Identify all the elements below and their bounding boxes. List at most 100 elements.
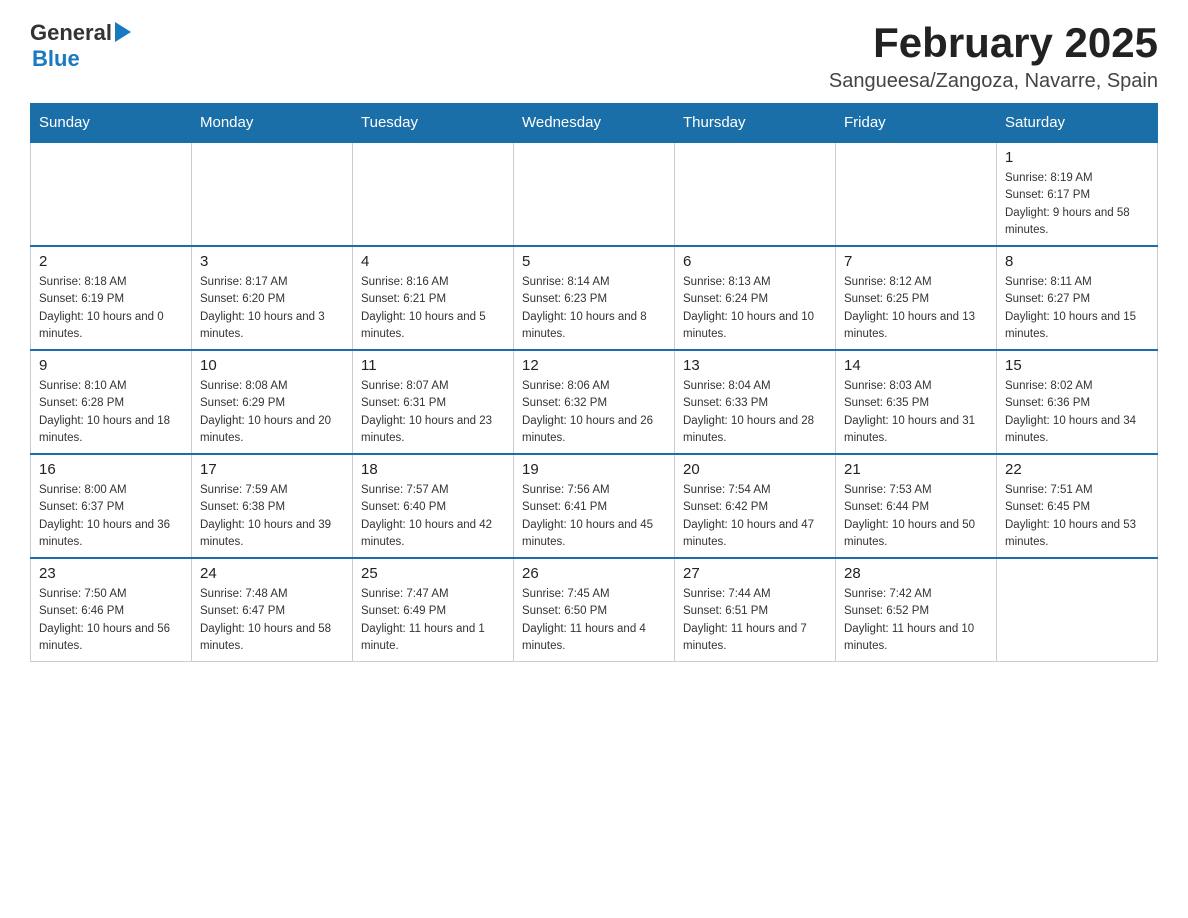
day-number: 2 <box>39 253 183 270</box>
calendar-week-row: 2 Sunrise: 8:18 AMSunset: 6:19 PMDaylight… <box>31 246 1158 350</box>
day-number: 22 <box>1005 461 1149 478</box>
day-info: Sunrise: 7:59 AMSunset: 6:38 PMDaylight:… <box>200 482 344 551</box>
day-info: Sunrise: 8:14 AMSunset: 6:23 PMDaylight:… <box>522 274 666 343</box>
calendar-table: SundayMondayTuesdayWednesdayThursdayFrid… <box>30 103 1158 662</box>
day-info: Sunrise: 7:44 AMSunset: 6:51 PMDaylight:… <box>683 586 827 655</box>
day-number: 20 <box>683 461 827 478</box>
weekday-header-sunday: Sunday <box>31 104 192 143</box>
calendar-cell: 8 Sunrise: 8:11 AMSunset: 6:27 PMDaylight… <box>997 246 1158 350</box>
day-number: 24 <box>200 565 344 582</box>
calendar-week-row: 16 Sunrise: 8:00 AMSunset: 6:37 PMDayligh… <box>31 454 1158 558</box>
calendar-cell <box>997 558 1158 662</box>
calendar-cell: 3 Sunrise: 8:17 AMSunset: 6:20 PMDaylight… <box>192 246 353 350</box>
calendar-cell: 26Sunrise: 7:45 AMSunset: 6:50 PMDayligh… <box>514 558 675 662</box>
day-number: 10 <box>200 357 344 374</box>
day-number: 9 <box>39 357 183 374</box>
calendar-week-row: 23 Sunrise: 7:50 AMSunset: 6:46 PMDayligh… <box>31 558 1158 662</box>
calendar-cell <box>514 142 675 246</box>
calendar-cell: 10 Sunrise: 8:08 AMSunset: 6:29 PMDayligh… <box>192 350 353 454</box>
day-info: Sunrise: 8:10 AMSunset: 6:28 PMDaylight:… <box>39 378 183 447</box>
day-info: Sunrise: 8:13 AMSunset: 6:24 PMDaylight:… <box>683 274 827 343</box>
calendar-cell: 19Sunrise: 7:56 AMSunset: 6:41 PMDayligh… <box>514 454 675 558</box>
calendar-cell: 5Sunrise: 8:14 AMSunset: 6:23 PMDaylight… <box>514 246 675 350</box>
calendar-cell: 2 Sunrise: 8:18 AMSunset: 6:19 PMDaylight… <box>31 246 192 350</box>
day-info: Sunrise: 8:19 AMSunset: 6:17 PMDaylight:… <box>1005 170 1149 239</box>
day-number: 8 <box>1005 253 1149 270</box>
day-info: Sunrise: 7:45 AMSunset: 6:50 PMDaylight:… <box>522 586 666 655</box>
day-info: Sunrise: 8:03 AMSunset: 6:35 PMDaylight:… <box>844 378 988 447</box>
calendar-cell <box>192 142 353 246</box>
day-number: 11 <box>361 357 505 374</box>
day-number: 3 <box>200 253 344 270</box>
day-info: Sunrise: 7:48 AMSunset: 6:47 PMDaylight:… <box>200 586 344 655</box>
day-info: Sunrise: 7:47 AMSunset: 6:49 PMDaylight:… <box>361 586 505 655</box>
day-number: 16 <box>39 461 183 478</box>
day-number: 18 <box>361 461 505 478</box>
calendar-cell: 18 Sunrise: 7:57 AMSunset: 6:40 PMDayligh… <box>353 454 514 558</box>
day-info: Sunrise: 8:17 AMSunset: 6:20 PMDaylight:… <box>200 274 344 343</box>
calendar-week-row: 9 Sunrise: 8:10 AMSunset: 6:28 PMDaylight… <box>31 350 1158 454</box>
day-info: Sunrise: 8:07 AMSunset: 6:31 PMDaylight:… <box>361 378 505 447</box>
calendar-cell: 13 Sunrise: 8:04 AMSunset: 6:33 PMDayligh… <box>675 350 836 454</box>
calendar-cell: 16 Sunrise: 8:00 AMSunset: 6:37 PMDayligh… <box>31 454 192 558</box>
day-info: Sunrise: 7:42 AMSunset: 6:52 PMDaylight:… <box>844 586 988 655</box>
calendar-cell: 20Sunrise: 7:54 AMSunset: 6:42 PMDayligh… <box>675 454 836 558</box>
day-info: Sunrise: 8:12 AMSunset: 6:25 PMDaylight:… <box>844 274 988 343</box>
day-info: Sunrise: 8:08 AMSunset: 6:29 PMDaylight:… <box>200 378 344 447</box>
logo-blue: Blue <box>32 46 80 72</box>
calendar-cell: 1 Sunrise: 8:19 AMSunset: 6:17 PMDaylight… <box>997 142 1158 246</box>
day-number: 7 <box>844 253 988 270</box>
day-info: Sunrise: 8:18 AMSunset: 6:19 PMDaylight:… <box>39 274 183 343</box>
day-info: Sunrise: 7:50 AMSunset: 6:46 PMDaylight:… <box>39 586 183 655</box>
calendar-cell: 6 Sunrise: 8:13 AMSunset: 6:24 PMDaylight… <box>675 246 836 350</box>
day-number: 28 <box>844 565 988 582</box>
weekday-header-row: SundayMondayTuesdayWednesdayThursdayFrid… <box>31 104 1158 143</box>
calendar-cell: 11 Sunrise: 8:07 AMSunset: 6:31 PMDayligh… <box>353 350 514 454</box>
calendar-cell: 15 Sunrise: 8:02 AMSunset: 6:36 PMDayligh… <box>997 350 1158 454</box>
day-info: Sunrise: 8:00 AMSunset: 6:37 PMDaylight:… <box>39 482 183 551</box>
day-number: 15 <box>1005 357 1149 374</box>
weekday-header-friday: Friday <box>836 104 997 143</box>
calendar-cell: 24 Sunrise: 7:48 AMSunset: 6:47 PMDayligh… <box>192 558 353 662</box>
day-number: 4 <box>361 253 505 270</box>
calendar-cell: 7 Sunrise: 8:12 AMSunset: 6:25 PMDaylight… <box>836 246 997 350</box>
day-info: Sunrise: 8:04 AMSunset: 6:33 PMDaylight:… <box>683 378 827 447</box>
day-info: Sunrise: 7:53 AMSunset: 6:44 PMDaylight:… <box>844 482 988 551</box>
day-info: Sunrise: 8:16 AMSunset: 6:21 PMDaylight:… <box>361 274 505 343</box>
weekday-header-monday: Monday <box>192 104 353 143</box>
page-header: General Blue February 2025 Sangueesa/Zan… <box>30 20 1158 93</box>
day-info: Sunrise: 7:56 AMSunset: 6:41 PMDaylight:… <box>522 482 666 551</box>
logo-general: General <box>30 20 112 46</box>
calendar-cell: 27 Sunrise: 7:44 AMSunset: 6:51 PMDayligh… <box>675 558 836 662</box>
day-number: 12 <box>522 357 666 374</box>
calendar-cell: 9 Sunrise: 8:10 AMSunset: 6:28 PMDaylight… <box>31 350 192 454</box>
day-number: 23 <box>39 565 183 582</box>
month-title: February 2025 <box>829 20 1158 66</box>
logo-arrow-icon <box>115 22 131 42</box>
weekday-header-saturday: Saturday <box>997 104 1158 143</box>
day-info: Sunrise: 8:11 AMSunset: 6:27 PMDaylight:… <box>1005 274 1149 343</box>
calendar-cell <box>675 142 836 246</box>
location-title: Sangueesa/Zangoza, Navarre, Spain <box>829 70 1158 93</box>
day-number: 27 <box>683 565 827 582</box>
day-number: 25 <box>361 565 505 582</box>
calendar-cell: 22 Sunrise: 7:51 AMSunset: 6:45 PMDayligh… <box>997 454 1158 558</box>
day-info: Sunrise: 7:51 AMSunset: 6:45 PMDaylight:… <box>1005 482 1149 551</box>
calendar-cell <box>353 142 514 246</box>
calendar-cell: 28 Sunrise: 7:42 AMSunset: 6:52 PMDayligh… <box>836 558 997 662</box>
day-number: 1 <box>1005 149 1149 166</box>
day-number: 13 <box>683 357 827 374</box>
day-number: 17 <box>200 461 344 478</box>
calendar-cell: 25 Sunrise: 7:47 AMSunset: 6:49 PMDayligh… <box>353 558 514 662</box>
day-number: 14 <box>844 357 988 374</box>
day-info: Sunrise: 8:02 AMSunset: 6:36 PMDaylight:… <box>1005 378 1149 447</box>
logo: General Blue <box>30 20 131 72</box>
day-info: Sunrise: 7:57 AMSunset: 6:40 PMDaylight:… <box>361 482 505 551</box>
calendar-cell: 21Sunrise: 7:53 AMSunset: 6:44 PMDayligh… <box>836 454 997 558</box>
calendar-cell: 12Sunrise: 8:06 AMSunset: 6:32 PMDayligh… <box>514 350 675 454</box>
weekday-header-thursday: Thursday <box>675 104 836 143</box>
calendar-cell: 4 Sunrise: 8:16 AMSunset: 6:21 PMDaylight… <box>353 246 514 350</box>
calendar-cell: 14 Sunrise: 8:03 AMSunset: 6:35 PMDayligh… <box>836 350 997 454</box>
calendar-cell: 17 Sunrise: 7:59 AMSunset: 6:38 PMDayligh… <box>192 454 353 558</box>
day-number: 6 <box>683 253 827 270</box>
